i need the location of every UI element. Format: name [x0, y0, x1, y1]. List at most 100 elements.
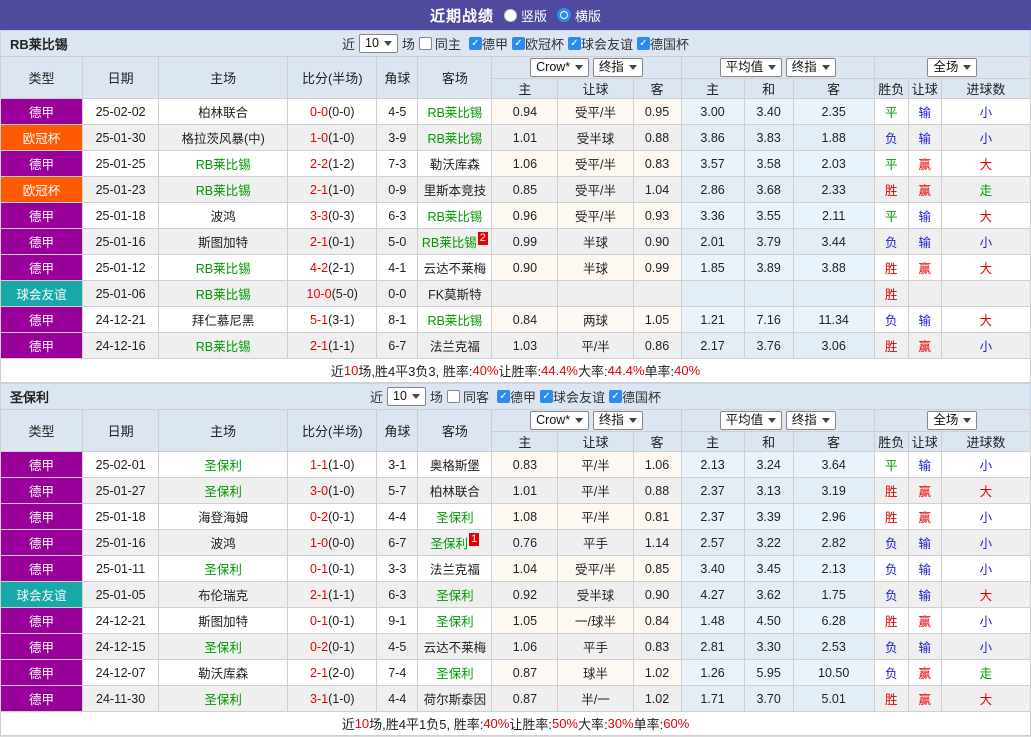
avg-away-odds: 2.96	[792, 503, 875, 530]
radio-selected-icon[interactable]	[557, 8, 571, 22]
chevron-down-icon	[628, 65, 637, 70]
league-filter-label: 德国杯	[649, 37, 689, 52]
goals-mark: 大	[940, 150, 1031, 177]
crow-away-odds: 1.14	[632, 529, 682, 556]
index-type-select-1[interactable]: 终指	[592, 58, 643, 77]
league-filter-德国杯[interactable]: ✓ 德国杯	[608, 387, 661, 406]
average-select[interactable]: 平均值	[719, 411, 783, 430]
avg-away-odds: 11.34	[792, 306, 875, 333]
checkbox-icon[interactable]: ✓	[636, 37, 650, 50]
average-select[interactable]: 平均值	[719, 58, 783, 77]
same-venue-filter[interactable]: 同客	[446, 387, 489, 406]
match-date: 25-01-25	[82, 150, 160, 177]
avg-draw-odds: 3.76	[743, 332, 794, 359]
avg-draw-odds: 7.16	[743, 306, 794, 333]
crow-away-odds: 0.99	[632, 254, 682, 281]
home-team: 圣保利	[158, 555, 289, 582]
summary-value: 40%	[674, 363, 701, 378]
match-count-select[interactable]: 10	[359, 34, 398, 53]
fulltime-score: 3-1	[310, 691, 329, 706]
same-venue-filter[interactable]: 同主	[418, 34, 461, 53]
chevron-down-icon	[411, 394, 420, 399]
checkbox-icon[interactable]	[418, 37, 432, 50]
checkbox-icon[interactable]	[446, 390, 460, 403]
fulltime-score: 0-0	[310, 104, 329, 119]
league-filter-德甲[interactable]: ✓ 德甲	[468, 34, 508, 53]
home-team: 斯图加特	[158, 228, 289, 255]
chevron-down-icon	[768, 65, 777, 70]
league-filter-德国杯[interactable]: ✓ 德国杯	[636, 34, 689, 53]
away-team-name: 荷尔斯泰因	[423, 693, 487, 707]
col-header-handicap: 让球	[557, 78, 634, 99]
bookmaker-select[interactable]: Crow*	[530, 58, 590, 77]
halftime-score: (1-1)	[328, 587, 355, 602]
league-filter-德甲[interactable]: ✓ 德甲	[496, 387, 536, 406]
handicap-line: 两球	[557, 306, 634, 333]
league-badge: 德甲	[0, 529, 84, 556]
goals-mark: 大	[940, 254, 1031, 281]
crow-away-odds: 1.04	[632, 176, 682, 203]
average-select-group: 平均值 终指	[680, 409, 875, 432]
col-header-crow-home: 主	[491, 431, 559, 452]
col-header-avg-draw: 和	[743, 78, 794, 99]
crow-home-odds: 0.99	[491, 228, 559, 255]
corner-score: 7-3	[376, 150, 419, 177]
crow-home-odds: 0.90	[491, 254, 559, 281]
away-team-name: 云达不莱梅	[423, 262, 487, 276]
handicap-mark: 输	[907, 124, 942, 151]
period-select-value: 全场	[933, 413, 959, 427]
league-filter-label: 球会友谊	[580, 37, 633, 52]
league-filter-球会友谊[interactable]: ✓ 球会友谊	[567, 34, 633, 53]
home-team: 海登海姆	[158, 503, 289, 530]
summary-value: 50%	[551, 716, 578, 731]
league-badge: 德甲	[0, 451, 84, 478]
checkbox-icon[interactable]: ✓	[468, 37, 482, 50]
index-type-select-1[interactable]: 终指	[592, 411, 643, 430]
away-team-name: 圣保利	[436, 511, 474, 525]
crow-home-odds: 0.96	[491, 202, 559, 229]
result-mark: 平	[873, 451, 909, 478]
handicap-mark: 输	[907, 633, 942, 660]
checkbox-icon[interactable]: ✓	[511, 37, 525, 50]
handicap-line: 受平/半	[557, 176, 634, 203]
crow-away-odds: 1.05	[632, 306, 682, 333]
filter-controls-2: 近 10 场 同客 ✓ 德甲 ✓ 球会友谊 ✓ 德国杯	[370, 387, 661, 406]
avg-home-odds: 2.01	[680, 228, 745, 255]
corner-score: 3-3	[376, 555, 419, 582]
checkbox-icon[interactable]: ✓	[608, 390, 622, 403]
handicap-line: 受平/半	[557, 150, 634, 177]
checkbox-icon[interactable]: ✓	[567, 37, 581, 50]
period-select[interactable]: 全场	[927, 58, 978, 77]
handicap-mark: 输	[907, 555, 942, 582]
halftime-score: (0-1)	[328, 639, 355, 654]
league-badge: 德甲	[0, 202, 84, 229]
period-select[interactable]: 全场	[927, 411, 978, 430]
league-badge: 德甲	[0, 228, 84, 255]
avg-away-odds: 3.44	[792, 228, 875, 255]
avg-away-odds: 1.88	[792, 124, 875, 151]
league-filters: ✓ 德甲 ✓ 球会友谊 ✓ 德国杯	[495, 387, 661, 406]
index-type-select-2[interactable]: 终指	[785, 411, 836, 430]
col-header-goals: 进球数	[940, 431, 1031, 452]
checkbox-icon[interactable]: ✓	[539, 390, 553, 403]
layout-radio-horizontal[interactable]: 横版	[557, 6, 601, 25]
index-type-select-2[interactable]: 终指	[785, 58, 836, 77]
fulltime-score: 0-1	[310, 561, 329, 576]
radio-unselected-icon[interactable]	[503, 8, 517, 22]
match-score: 0-0(0-0)	[287, 98, 378, 125]
match-count-select[interactable]: 10	[387, 387, 426, 406]
crow-away-odds: 0.90	[632, 228, 682, 255]
fulltime-score: 2-1	[310, 182, 329, 197]
average-select-group: 平均值 终指	[680, 56, 875, 79]
league-badge: 德甲	[0, 98, 84, 125]
league-filter-球会友谊[interactable]: ✓ 球会友谊	[539, 387, 605, 406]
layout-radio-vertical[interactable]: 竖版	[503, 6, 547, 25]
home-team: 波鸿	[158, 529, 289, 556]
match-row: 德甲 25-02-01 圣保利 1-1(1-0) 3-1 奥格斯堡 0.83 平/半 1.06 2…	[0, 451, 1031, 478]
league-filter-欧冠杯[interactable]: ✓ 欧冠杯	[511, 34, 564, 53]
bookmaker-select[interactable]: Crow*	[530, 411, 590, 430]
checkbox-icon[interactable]: ✓	[496, 390, 510, 403]
halftime-score: (0-3)	[328, 208, 355, 223]
away-team: 里斯本竞技	[417, 176, 493, 203]
match-score: 2-1(2-0)	[287, 659, 378, 686]
